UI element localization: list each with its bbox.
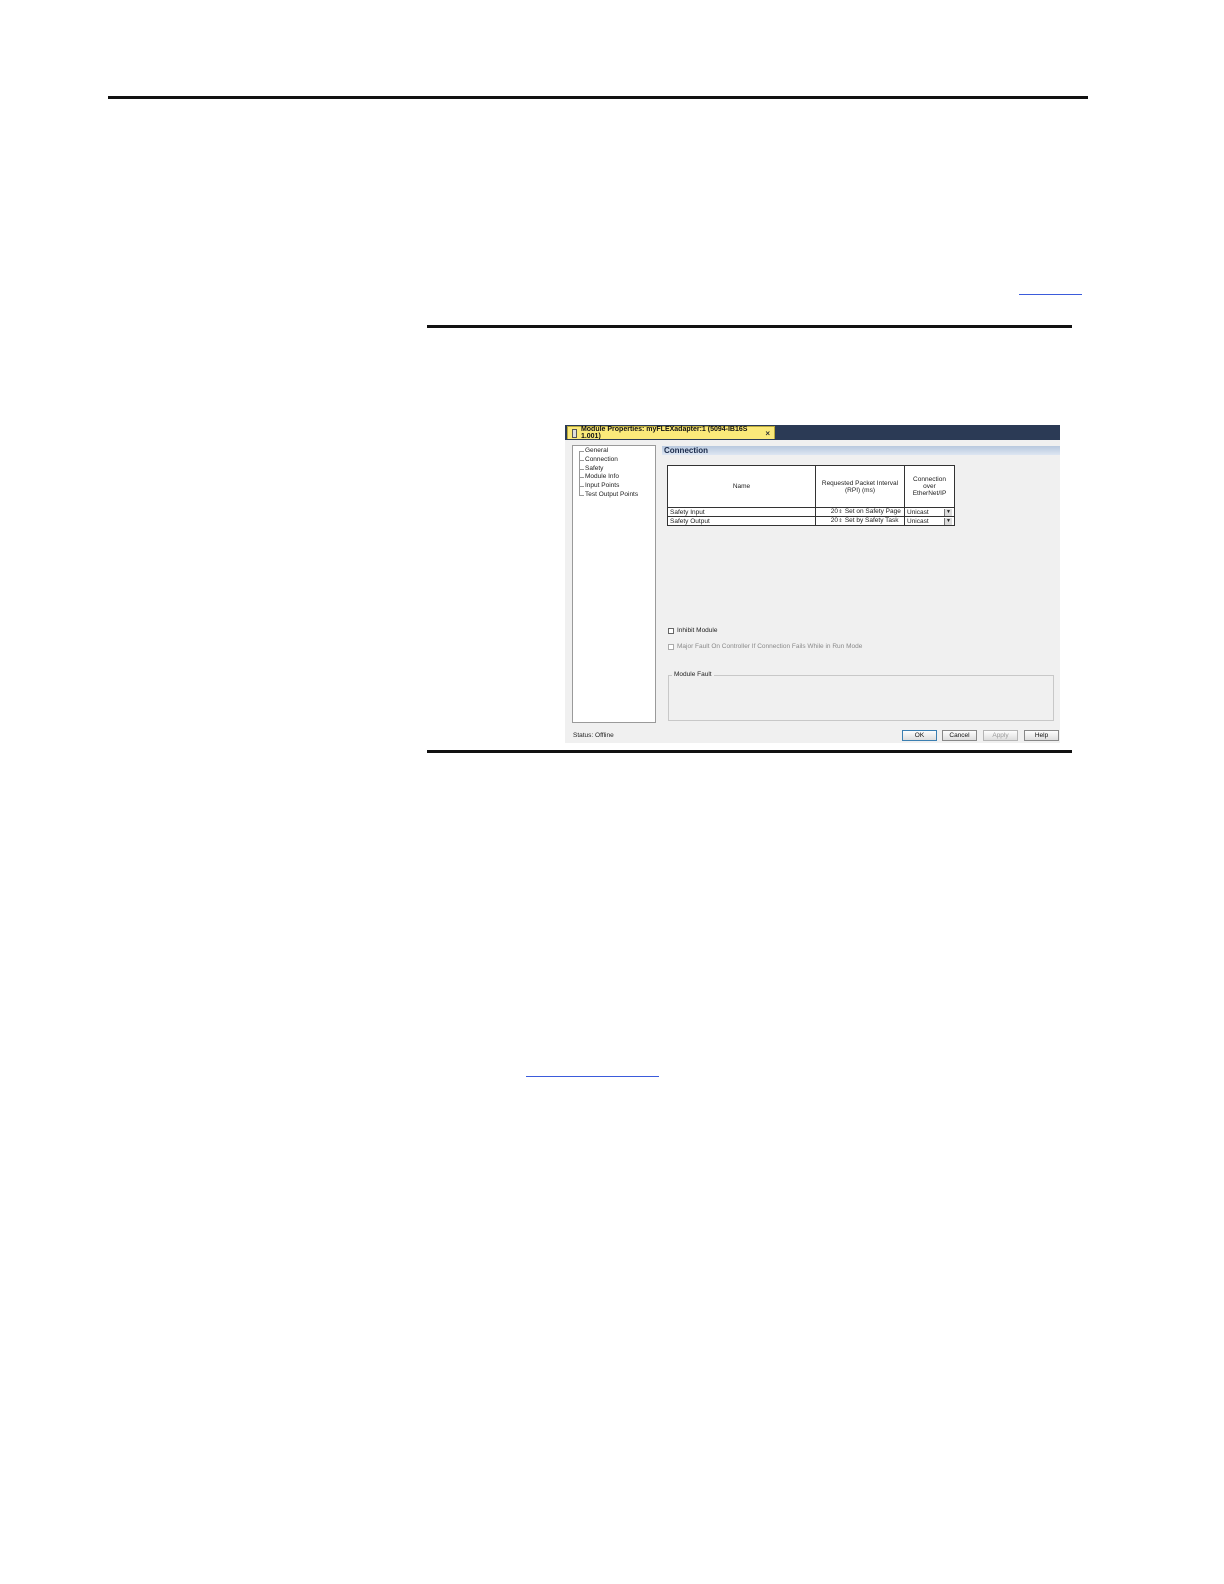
nav-item-general[interactable]: General xyxy=(578,447,608,454)
inhibit-module-checkbox[interactable]: Inhibit Module xyxy=(668,627,717,634)
connection-table: Name Requested Packet Interval (RPI) (ms… xyxy=(667,465,955,526)
column-header-name: Name xyxy=(667,465,816,508)
rpi-cell: 20⇕ Set by Safety Task xyxy=(815,516,905,526)
window-title: Module Properties: myFLEXadapter:1 (5094… xyxy=(580,426,748,440)
checkbox-icon[interactable] xyxy=(668,627,674,634)
table-header-row: Name Requested Packet Interval (RPI) (ms… xyxy=(667,465,955,508)
section-title: Connection xyxy=(662,446,1060,455)
row-name: Safety Input xyxy=(667,507,816,517)
column-header-rpi: Requested Packet Interval (RPI) (ms) xyxy=(815,465,905,508)
module-fault-label: Module Fault xyxy=(672,671,714,678)
module-fault-group: Module Fault xyxy=(668,671,1054,721)
chevron-down-icon[interactable]: ▼ xyxy=(944,508,952,516)
connection-type-value: Unicast xyxy=(907,508,929,516)
row-name: Safety Output xyxy=(667,516,816,526)
nav-item-input-points[interactable]: Input Points xyxy=(578,482,619,489)
rpi-note: Set by Safety Task xyxy=(844,517,899,524)
nav-item-connection[interactable]: Connection xyxy=(579,456,618,463)
page-header-rule xyxy=(108,96,1088,99)
apply-button: Apply xyxy=(983,730,1018,741)
major-fault-checkbox: Major Fault On Controller If Connection … xyxy=(668,643,862,650)
inhibit-module-label: Inhibit Module xyxy=(677,627,718,634)
help-button[interactable]: Help xyxy=(1024,730,1059,741)
rpi-cell: 20⇕ Set on Safety Page xyxy=(815,507,905,517)
table-row: Safety Input 20⇕ Set on Safety Page Unic… xyxy=(667,507,955,517)
connection-type-select[interactable]: Unicast ▼ xyxy=(904,516,955,526)
category-tree: General Connection Safety Module Info In… xyxy=(572,445,656,723)
figure-top-rule xyxy=(427,325,1072,328)
spinner-icon[interactable]: ⇕ xyxy=(838,518,843,525)
nav-item-test-output-points[interactable]: Test Output Points xyxy=(578,491,638,498)
ok-button[interactable]: OK xyxy=(902,730,937,741)
module-properties-window: Module Properties: myFLEXadapter:1 (5094… xyxy=(565,425,1060,743)
spinner-icon[interactable]: ⇕ xyxy=(838,509,843,516)
nav-item-safety[interactable]: Safety xyxy=(578,465,603,472)
tree-line xyxy=(579,451,580,495)
cancel-button[interactable]: Cancel xyxy=(942,730,977,741)
rpi-value[interactable]: 20 xyxy=(818,517,838,524)
column-header-connection: Connection over EtherNet/IP xyxy=(904,465,955,508)
status-text: Status: Offline xyxy=(573,732,614,739)
checkbox-icon xyxy=(668,643,674,650)
connection-type-value: Unicast xyxy=(907,517,929,525)
figure-bottom-rule xyxy=(427,750,1072,753)
close-icon[interactable]: × xyxy=(765,429,770,438)
major-fault-label: Major Fault On Controller If Connection … xyxy=(677,643,863,650)
table-row: Safety Output 20⇕ Set by Safety Task Uni… xyxy=(667,516,955,526)
chevron-down-icon[interactable]: ▼ xyxy=(944,517,952,525)
title-bar: Module Properties: myFLEXadapter:1 (5094… xyxy=(565,425,1060,440)
nav-item-module-info[interactable]: Module Info xyxy=(579,473,619,480)
module-icon xyxy=(572,428,577,438)
rpi-value[interactable]: 20 xyxy=(818,508,838,515)
window-tab[interactable]: Module Properties: myFLEXadapter:1 (5094… xyxy=(567,426,775,440)
connection-type-select[interactable]: Unicast ▼ xyxy=(904,507,955,517)
cross-reference-link[interactable] xyxy=(526,1076,659,1077)
cross-reference-link[interactable] xyxy=(1019,294,1082,295)
rpi-note: Set on Safety Page xyxy=(844,508,901,515)
